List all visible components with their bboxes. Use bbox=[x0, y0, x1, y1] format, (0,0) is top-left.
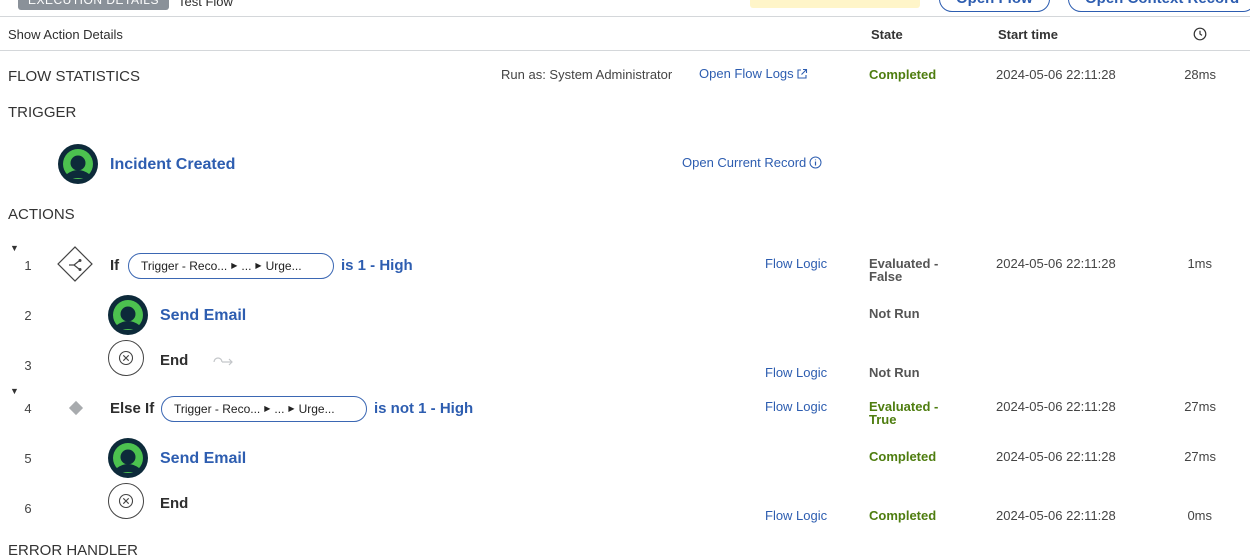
condition-text: is not 1 - High bbox=[374, 400, 474, 417]
action-duration: 27ms bbox=[1184, 449, 1216, 464]
action-start-time: 2024-05-06 22:11:28 bbox=[996, 256, 1116, 271]
end-icon bbox=[108, 483, 144, 519]
flow-start-time: 2024-05-06 22:11:28 bbox=[996, 67, 1116, 82]
pill-segment: ... bbox=[274, 402, 285, 416]
if-branch-icon bbox=[54, 243, 96, 290]
state-line: False bbox=[869, 269, 903, 284]
actions-title: ACTIONS bbox=[8, 206, 75, 223]
action-state: Completed bbox=[869, 508, 937, 523]
send-email-link[interactable]: Send Email bbox=[160, 450, 246, 468]
flow-logic-link[interactable]: Flow Logic bbox=[765, 256, 827, 271]
execution-details-tab[interactable]: EXECUTION DETAILS bbox=[18, 0, 169, 10]
state-line: True bbox=[869, 412, 897, 427]
open-current-record-label: Open Current Record bbox=[682, 155, 807, 170]
end-label: End bbox=[160, 495, 189, 512]
trigger-name-link[interactable]: Incident Created bbox=[110, 156, 235, 174]
send-email-avatar-icon bbox=[108, 438, 148, 478]
collapse-caret-icon[interactable]: ▼ bbox=[10, 386, 19, 396]
action-state: Not Run bbox=[869, 306, 920, 321]
condition-data-pill[interactable]: Trigger - Reco... ▶ ... ▶ Urge... bbox=[128, 253, 334, 279]
start-time-column-header: Start time bbox=[998, 27, 1058, 42]
trigger-avatar-icon bbox=[58, 144, 98, 184]
flow-statistics-title: FLOW STATISTICS bbox=[8, 68, 140, 85]
action-start-time: 2024-05-06 22:11:28 bbox=[996, 399, 1116, 414]
action-duration: 1ms bbox=[1187, 256, 1212, 271]
pill-segment: Trigger - Reco... bbox=[174, 402, 261, 416]
row-number: 4 bbox=[24, 401, 32, 416]
pill-segment: Urge... bbox=[265, 259, 302, 273]
else-if-keyword: Else If bbox=[110, 400, 155, 417]
open-flow-logs-link[interactable]: Open Flow Logs bbox=[699, 66, 808, 81]
row-number: 3 bbox=[24, 358, 32, 373]
if-keyword: If bbox=[110, 257, 120, 274]
flow-logic-link[interactable]: Flow Logic bbox=[765, 365, 827, 380]
top-bar: EXECUTION DETAILS Test Flow Open Flow Op… bbox=[0, 0, 1250, 17]
row-number: 2 bbox=[24, 308, 32, 323]
condition-data-pill[interactable]: Trigger - Reco... ▶ ... ▶ Urge... bbox=[161, 396, 367, 422]
action-state: Evaluated - False bbox=[869, 257, 938, 283]
skip-arrow-icon bbox=[212, 354, 234, 373]
caret-right-icon: ▶ bbox=[264, 404, 271, 413]
else-if-diamond-icon bbox=[68, 400, 84, 421]
external-link-icon bbox=[797, 68, 807, 79]
action-state: Completed bbox=[869, 449, 937, 464]
open-context-record-button[interactable]: Open Context Record bbox=[1068, 0, 1250, 12]
action-duration: 27ms bbox=[1184, 399, 1216, 414]
open-current-record-link[interactable]: Open Current Record bbox=[682, 155, 822, 170]
action-start-time: 2024-05-06 22:11:28 bbox=[996, 508, 1116, 523]
state-column-header: State bbox=[871, 27, 903, 42]
run-as-label: Run as: System Administrator bbox=[501, 67, 673, 82]
row-number: 1 bbox=[24, 258, 32, 273]
end-icon bbox=[108, 340, 144, 376]
trigger-title: TRIGGER bbox=[8, 104, 77, 121]
send-email-avatar-icon bbox=[108, 295, 148, 335]
flow-name: Test Flow bbox=[178, 0, 233, 9]
action-duration: 0ms bbox=[1187, 508, 1212, 523]
row-number: 6 bbox=[24, 501, 32, 516]
action-start-time: 2024-05-06 22:11:28 bbox=[996, 449, 1116, 464]
status-banner bbox=[750, 0, 920, 8]
flow-logic-link[interactable]: Flow Logic bbox=[765, 399, 827, 414]
flow-duration: 28ms bbox=[1184, 67, 1216, 82]
show-action-details-toggle[interactable]: Show Action Details bbox=[8, 27, 123, 42]
open-flow-logs-label: Open Flow Logs bbox=[699, 66, 794, 81]
open-flow-button[interactable]: Open Flow bbox=[939, 0, 1050, 12]
end-label: End bbox=[160, 352, 189, 369]
info-icon bbox=[809, 156, 822, 169]
pill-segment: ... bbox=[241, 259, 252, 273]
pill-segment: Urge... bbox=[298, 402, 335, 416]
flow-state: Completed bbox=[869, 67, 937, 82]
flow-logic-link[interactable]: Flow Logic bbox=[765, 508, 827, 523]
action-state: Evaluated - True bbox=[869, 400, 938, 426]
send-email-link[interactable]: Send Email bbox=[160, 307, 246, 325]
pill-segment: Trigger - Reco... bbox=[141, 259, 228, 273]
condition-text: is 1 - High bbox=[341, 257, 413, 274]
clock-icon bbox=[1193, 27, 1207, 44]
row-number: 5 bbox=[24, 451, 32, 466]
error-handler-title: ERROR HANDLER bbox=[8, 542, 139, 556]
column-header: Show Action Details State Start time bbox=[0, 17, 1250, 51]
caret-right-icon: ▶ bbox=[231, 261, 238, 270]
caret-right-icon: ▶ bbox=[255, 261, 262, 270]
caret-right-icon: ▶ bbox=[288, 404, 295, 413]
action-state: Not Run bbox=[869, 365, 920, 380]
collapse-caret-icon[interactable]: ▼ bbox=[10, 243, 19, 253]
